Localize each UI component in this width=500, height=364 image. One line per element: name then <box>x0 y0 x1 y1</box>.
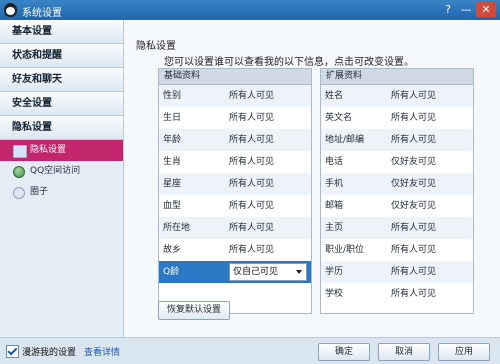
table-row[interactable]: 邮箱 仅好友可见 <box>321 195 473 217</box>
visibility-value: 所有人可见 <box>391 91 437 101</box>
visibility-value: 所有人可见 <box>391 113 437 123</box>
visibility-value: 所有人可见 <box>229 135 275 145</box>
sidebar-item-circle[interactable]: 圈子 <box>0 182 123 203</box>
table-header: 基础资料 <box>159 69 311 85</box>
visibility-value: 所有人可见 <box>391 245 437 255</box>
field-name: 年龄 <box>163 135 182 145</box>
dropdown-selected-value: 仅自己可见 <box>233 267 279 277</box>
visibility-value: 所有人可见 <box>229 157 275 167</box>
help-button[interactable]: ? <box>440 2 456 17</box>
extended-info-table: 扩展资料 姓名 所有人可见 英文名 所有人可见 地址/邮编 所有人可见 电话 仅好友可见… <box>320 68 474 314</box>
table-row-selected[interactable]: Q龄 仅自己可见 <box>159 261 311 283</box>
basic-info-table: 基础资料 性别 所有人可见 生日 所有人可见 年龄 所有人可见 生肖 所有人可见 星座所… <box>158 68 312 314</box>
field-name: 职业/职位 <box>325 245 365 255</box>
table-row[interactable]: 英文名 所有人可见 <box>321 107 473 129</box>
field-name: 所在地 <box>163 223 191 233</box>
section-title: 隐私设置 <box>136 41 176 52</box>
field-name: 星座 <box>163 179 182 189</box>
table-row[interactable]: 所在地 所有人可见 <box>159 217 311 239</box>
qzone-icon <box>13 166 25 178</box>
field-name: 故乡 <box>163 245 182 255</box>
sidebar-item-privacy-settings[interactable]: 隐私设置 <box>0 140 123 161</box>
cancel-button[interactable]: 取消 <box>378 343 430 361</box>
field-name: 性别 <box>163 91 182 101</box>
table-row[interactable]: 学校 所有人可见 <box>321 283 473 305</box>
sidebar-category-basic[interactable]: 基本设置 <box>0 20 123 44</box>
sidebar-item-label: 圈子 <box>30 187 49 197</box>
ok-button[interactable]: 确定 <box>318 343 370 361</box>
visibility-value: 所有人可见 <box>229 179 275 189</box>
field-name: 生日 <box>163 113 182 123</box>
table-body: 姓名 所有人可见 英文名 所有人可见 地址/邮编 所有人可见 电话 仅好友可见 手机 仅好… <box>321 85 473 305</box>
sidebar-item-label: 隐私设置 <box>30 145 67 155</box>
field-name: 英文名 <box>325 113 353 123</box>
field-name: 地址/邮编 <box>325 135 365 145</box>
field-name: 学校 <box>325 289 344 299</box>
table-row[interactable]: 学历 所有人可见 <box>321 261 473 283</box>
settings-window: 系统设置 ? — ✕ 基本设置 状态和提醒 好友和聊天 安全设置 隐私设置 隐私… <box>0 0 500 364</box>
sidebar-category-friends[interactable]: 好友和聊天 <box>0 68 123 92</box>
visibility-value: 所有人可见 <box>391 223 437 233</box>
close-button[interactable]: ✕ <box>476 2 496 17</box>
title-bar: 系统设置 ? — ✕ <box>0 0 500 20</box>
visibility-value: 所有人可见 <box>229 201 275 211</box>
visibility-value: 所有人可见 <box>229 245 275 255</box>
sidebar-category-status[interactable]: 状态和提醒 <box>0 44 123 68</box>
table-row[interactable]: 星座 所有人可见 <box>159 173 311 195</box>
table-header: 扩展资料 <box>321 69 473 85</box>
circle-icon <box>13 187 25 199</box>
field-name: 邮箱 <box>325 201 344 211</box>
visibility-value: 所有人可见 <box>391 135 437 145</box>
table-row[interactable]: 地址/邮编 所有人可见 <box>321 129 473 151</box>
table-row[interactable]: 性别 所有人可见 <box>159 85 311 107</box>
table-row[interactable]: 年龄 所有人可见 <box>159 129 311 151</box>
roaming-settings-checkbox[interactable] <box>6 345 19 358</box>
sidebar-category-privacy[interactable]: 隐私设置 <box>0 116 123 140</box>
sidebar: 基本设置 状态和提醒 好友和聊天 安全设置 隐私设置 隐私设置 QQ空间访问 圈… <box>0 20 124 337</box>
footer: 漫游我的设置 查看详情 确定 取消 应用 <box>0 337 500 364</box>
visibility-value: 仅好友可见 <box>391 201 437 211</box>
restore-defaults-button[interactable]: 恢复默认设置 <box>158 301 230 320</box>
visibility-value: 所有人可见 <box>229 223 275 233</box>
table-row[interactable]: 姓名 所有人可见 <box>321 85 473 107</box>
table-row[interactable]: 生肖 所有人可见 <box>159 151 311 173</box>
visibility-value: 仅好友可见 <box>391 157 437 167</box>
table-row[interactable]: 生日 所有人可见 <box>159 107 311 129</box>
roaming-settings-label: 漫游我的设置 <box>22 348 77 358</box>
visibility-value: 仅好友可见 <box>391 179 437 189</box>
minimize-button[interactable]: — <box>458 2 474 17</box>
field-name: 主页 <box>325 223 344 233</box>
folder-icon <box>13 145 27 158</box>
visibility-value: 所有人可见 <box>229 91 275 101</box>
section-description: 您可以设置谁可以查看我的以下信息，点击可改变设置。 <box>164 57 414 68</box>
sidebar-item-label: QQ空间访问 <box>30 166 81 176</box>
visibility-value: 所有人可见 <box>391 267 437 277</box>
field-name: 姓名 <box>325 91 344 101</box>
sidebar-item-qzone-access[interactable]: QQ空间访问 <box>0 161 123 182</box>
visibility-value: 所有人可见 <box>229 113 275 123</box>
field-name: 电话 <box>325 157 344 167</box>
visibility-dropdown[interactable]: 仅自己可见 <box>229 263 307 281</box>
view-details-link[interactable]: 查看详情 <box>84 345 120 358</box>
table-row[interactable]: 职业/职位 所有人可见 <box>321 239 473 261</box>
visibility-value: 所有人可见 <box>391 289 437 299</box>
field-name: 手机 <box>325 179 344 189</box>
table-row[interactable]: 手机 仅好友可见 <box>321 173 473 195</box>
window-title: 系统设置 <box>22 8 62 19</box>
table-row[interactable]: 主页 所有人可见 <box>321 217 473 239</box>
main-panel: 隐私设置 您可以设置谁可以查看我的以下信息，点击可改变设置。 基础资料 性别所有… <box>124 20 500 337</box>
apply-button[interactable]: 应用 <box>438 343 490 361</box>
sidebar-category-security[interactable]: 安全设置 <box>0 92 123 116</box>
field-name: 学历 <box>325 267 344 277</box>
field-name: 生肖 <box>163 157 182 167</box>
qq-penguin-icon <box>4 3 17 17</box>
table-row[interactable]: 血型 所有人可见 <box>159 195 311 217</box>
table-row[interactable]: 故乡 所有人可见 <box>159 239 311 261</box>
table-row[interactable]: 电话 仅好友可见 <box>321 151 473 173</box>
table-body: 性别 所有人可见 生日 所有人可见 年龄 所有人可见 生肖 所有人可见 星座 所有人可见 … <box>159 85 311 283</box>
chevron-down-icon[interactable] <box>296 270 302 274</box>
field-name: 血型 <box>163 201 182 211</box>
field-name: Q龄 <box>163 267 180 277</box>
